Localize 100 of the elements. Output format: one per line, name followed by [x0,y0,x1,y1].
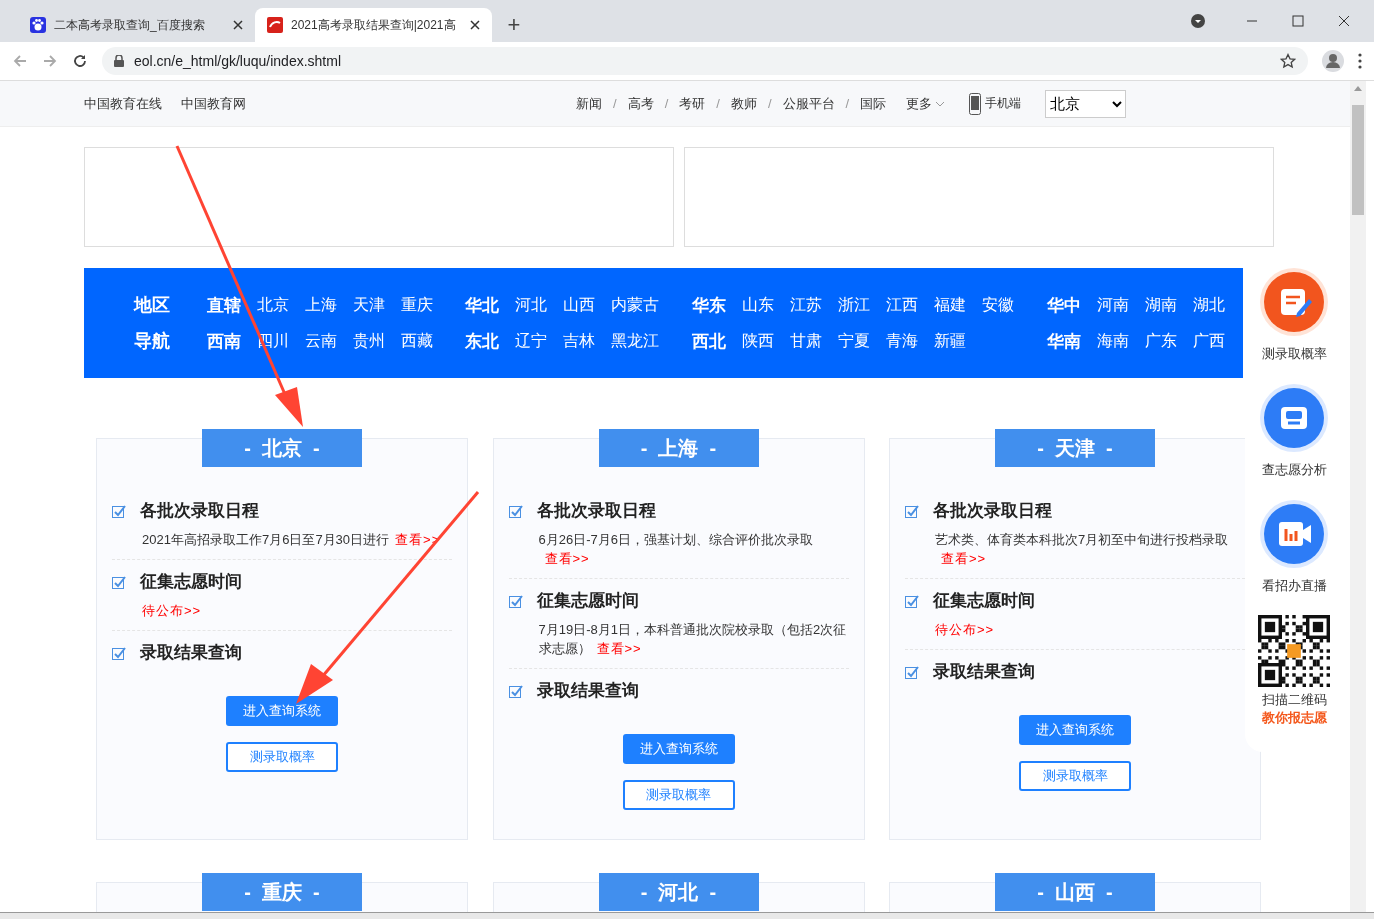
region-group-label: 西南 [207,330,241,353]
checkbox-icon [112,503,126,518]
nav-link[interactable]: 中国教育在线 [84,94,162,113]
nav-link[interactable]: 公服平台 [782,94,835,113]
province-link[interactable]: 宁夏 [838,330,870,352]
browser-tab[interactable]: 2021高考录取结果查询|2021高 [255,8,492,42]
address-bar[interactable]: eol.cn/e_html/gk/luqu/index.shtml [102,47,1308,75]
view-link[interactable]: 查看>> [544,551,590,566]
province-link[interactable]: 河北 [515,294,547,316]
checkbox-icon [508,503,523,518]
province-link[interactable]: 江苏 [790,294,822,316]
nav-link[interactable]: 国际 [860,94,887,113]
province-heading: - 河北 - [598,873,759,911]
region-group-label: 东北 [465,330,499,353]
province-link[interactable]: 贵州 [353,330,385,352]
tab-title: 2021高考录取结果查询|2021高 [291,16,457,34]
province-link[interactable]: 北京 [257,294,289,316]
close-icon[interactable] [1338,15,1350,27]
nav-link[interactable]: 中国教育网 [181,94,246,113]
section-title: 各批次录取日程 [536,500,656,522]
region-nav-label: 地区 [134,294,171,317]
probability-button[interactable]: 测录取概率 [226,742,338,772]
section-title: 征集志愿时间 [933,590,1035,612]
province-link[interactable]: 甘肃 [790,330,822,352]
province-link[interactable]: 上海 [305,294,337,316]
section-title: 征集志愿时间 [536,590,639,612]
province-link[interactable]: 广东 [1145,330,1177,352]
province-link[interactable]: 内蒙古 [611,294,659,316]
sidebar-item[interactable]: 查志愿分析 [1259,383,1329,479]
profile-menu-icon[interactable] [1190,13,1206,29]
probability-button[interactable]: 测录取概率 [1019,761,1131,791]
menu-icon[interactable] [1358,53,1362,69]
reload-icon[interactable] [72,53,88,69]
province-link[interactable]: 浙江 [838,294,870,316]
province-link[interactable]: 广西 [1193,330,1225,352]
nav-link[interactable]: 教师 [730,94,757,113]
pen-note-icon [1259,267,1329,337]
mobile-link[interactable]: 手机端 [985,95,1022,112]
checkbox-icon [905,593,919,608]
maximize-icon[interactable] [1292,15,1304,27]
new-tab-button[interactable]: + [500,11,528,39]
province-link[interactable]: 青海 [886,330,918,352]
nav-separator: / [716,96,720,111]
pending-link[interactable]: 待公布>> [935,622,995,637]
query-button[interactable]: 进入查询系统 [226,696,338,726]
province-heading: - 天津 - [995,429,1155,467]
province-link[interactable]: 安徽 [982,294,1014,316]
checkbox-icon [112,574,126,589]
sidebar-item[interactable]: 看招办直播 [1259,499,1329,595]
province-link[interactable]: 山东 [742,294,774,316]
url-text: eol.cn/e_html/gk/luqu/index.shtml [134,53,342,69]
province-link[interactable]: 山西 [563,294,595,316]
close-icon[interactable] [233,20,243,30]
sidebar-item[interactable]: 测录取概率 [1259,267,1329,363]
province-heading: - 重庆 - [202,873,362,911]
province-link[interactable]: 新疆 [934,330,966,352]
province-link[interactable]: 福建 [934,294,966,316]
province-heading: - 北京 - [202,429,362,467]
province-heading: - 上海 - [598,429,759,467]
view-link[interactable]: 查看>> [596,641,642,656]
province-heading: - 山西 - [995,873,1155,911]
nav-separator: / [845,96,850,111]
video-chart-icon [1259,499,1329,569]
more-menu[interactable]: 更多 [906,94,946,113]
view-link[interactable]: 查看>> [941,551,987,566]
province-link[interactable]: 河南 [1097,294,1129,316]
section-title: 征集志愿时间 [140,571,242,593]
province-link[interactable]: 海南 [1097,330,1129,352]
checkbox-icon [508,593,523,608]
province-link[interactable]: 西藏 [401,330,433,352]
probability-button[interactable]: 测录取概率 [622,780,735,810]
close-icon[interactable] [470,20,480,30]
star-icon[interactable] [1280,53,1296,69]
province-link[interactable]: 江西 [886,294,918,316]
region-group-label: 华中 [1047,294,1081,317]
nav-separator: / [664,96,669,111]
nav-link[interactable]: 考研 [679,94,706,113]
avatar-icon[interactable] [1322,50,1344,72]
province-link[interactable]: 湖南 [1145,294,1177,316]
scrollbar-thumb[interactable] [1352,105,1364,215]
province-link[interactable]: 云南 [305,330,337,352]
section-text: 艺术类、体育类本科批次7月初至中旬进行投档录取 查看>> [935,531,1230,568]
chevron-down-icon [935,100,946,107]
nav-link[interactable]: 新闻 [576,94,602,113]
browser-tab[interactable]: 二本高考录取查询_百度搜索 [18,8,255,42]
query-button[interactable]: 进入查询系统 [622,734,735,764]
pending-link[interactable]: 待公布>> [142,603,202,618]
site-logo-icon [267,17,283,33]
province-link[interactable]: 黑龙江 [611,330,659,352]
province-link[interactable]: 天津 [353,294,385,316]
province-link[interactable]: 重庆 [401,294,433,316]
province-link[interactable]: 陕西 [742,330,774,352]
query-button[interactable]: 进入查询系统 [1019,715,1131,745]
nav-link[interactable]: 高考 [627,94,654,113]
tab-title: 二本高考录取查询_百度搜索 [54,16,206,34]
province-link[interactable]: 吉林 [563,330,595,352]
province-link[interactable]: 辽宁 [515,330,547,352]
province-link[interactable]: 湖北 [1193,294,1225,316]
paw-icon [30,17,46,33]
region-select[interactable]: 北京 [1045,89,1127,118]
